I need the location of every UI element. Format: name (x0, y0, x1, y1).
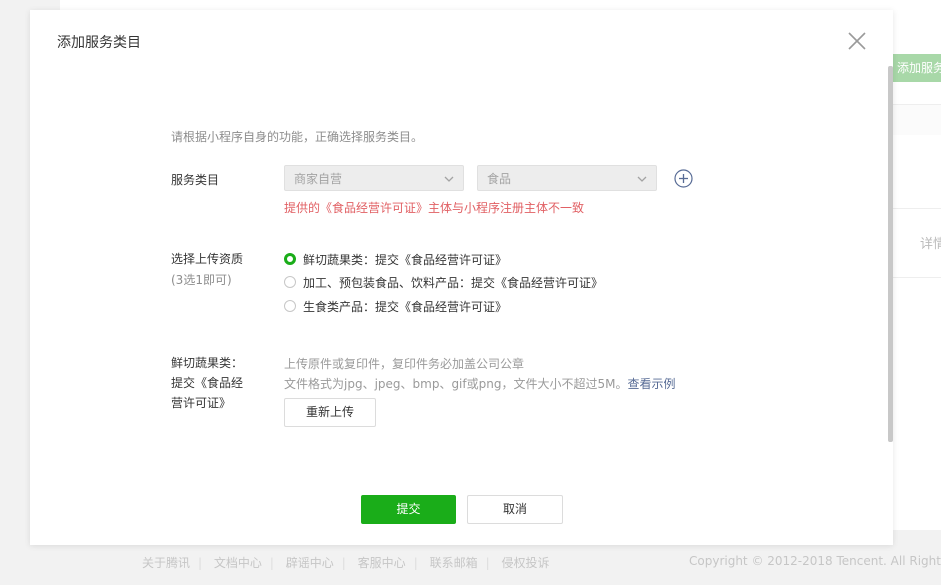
qualification-option-label: 生食类产品：提交《食品经营许可证》 (303, 300, 508, 314)
upload-label-line1: 鲜切蔬果类： (171, 356, 244, 370)
upload-tip-original: 上传原件或复印件，复印件务必加盖公司公章 (284, 357, 525, 371)
chevron-down-icon (637, 166, 647, 192)
qualification-option-label: 鲜切蔬果类：提交《食品经营许可证》 (303, 253, 508, 267)
dialog-scrollbar[interactable] (888, 66, 893, 442)
upload-tip-format-text: 文件格式为jpg、jpeg、bmp、gif或png，文件大小不超过5M。 (284, 377, 628, 391)
qualification-label: 选择上传资质 (171, 252, 244, 266)
view-example-link[interactable]: 查看示例 (627, 377, 675, 391)
background-table-header (893, 104, 941, 135)
footer-link: 侵权投诉 (501, 556, 550, 570)
reupload-button[interactable]: 重新上传 (284, 398, 376, 427)
add-service-category-dialog: 添加服务类目 请根据小程序自身的功能，正确选择服务类目。 服务类目 商家自营 食… (30, 10, 893, 545)
upload-label-line3: 营许可证》 (171, 396, 232, 410)
footer-link: 联系邮箱 (429, 556, 478, 570)
qualification-sub-label: (3选1即可) (171, 273, 232, 287)
close-icon[interactable] (846, 30, 868, 52)
chevron-down-icon (444, 166, 454, 192)
background-add-service-button: 添加服务 (893, 54, 941, 82)
footer-links: 关于腾讯 | 文档中心 | 辟谣中心 | 客服中心 | 联系邮箱 | 侵权投诉 (142, 556, 550, 570)
category-label: 服务类目 (171, 173, 220, 187)
category-select-primary[interactable]: 商家自营 (284, 165, 464, 191)
footer-link: 客服中心 (357, 556, 406, 570)
footer-copyright: Copyright © 2012-2018 Tencent. All Right… (689, 554, 941, 568)
footer-link: 文档中心 (213, 556, 262, 570)
footer-link: 辟谣中心 (285, 556, 334, 570)
category-hint: 请根据小程序自身的功能，正确选择服务类目。 (171, 130, 424, 144)
category-select-secondary-value: 食品 (487, 172, 512, 186)
category-select-secondary[interactable]: 食品 (477, 165, 657, 191)
radio-unchecked-icon[interactable] (284, 276, 296, 288)
category-select-primary-value: 商家自营 (294, 172, 343, 186)
qualification-option-label: 加工、预包装食品、饮料产品：提交《食品经营许可证》 (303, 276, 604, 290)
cancel-button[interactable]: 取消 (467, 495, 563, 524)
upload-label-line2: 提交《食品经 (171, 376, 244, 390)
footer-link: 关于腾讯 (142, 556, 191, 570)
add-category-plus-icon[interactable] (674, 169, 693, 188)
background-detail-link: 详情 (920, 237, 941, 252)
upload-tip-format: 文件格式为jpg、jpeg、bmp、gif或png，文件大小不超过5M。查看示例 (284, 375, 675, 392)
category-error-message: 提供的《食品经营许可证》主体与小程序注册主体不一致 (284, 201, 585, 215)
radio-checked-icon[interactable] (284, 253, 296, 265)
radio-unchecked-icon[interactable] (284, 300, 296, 312)
submit-button[interactable]: 提交 (361, 495, 456, 524)
dialog-title: 添加服务类目 (57, 35, 141, 51)
